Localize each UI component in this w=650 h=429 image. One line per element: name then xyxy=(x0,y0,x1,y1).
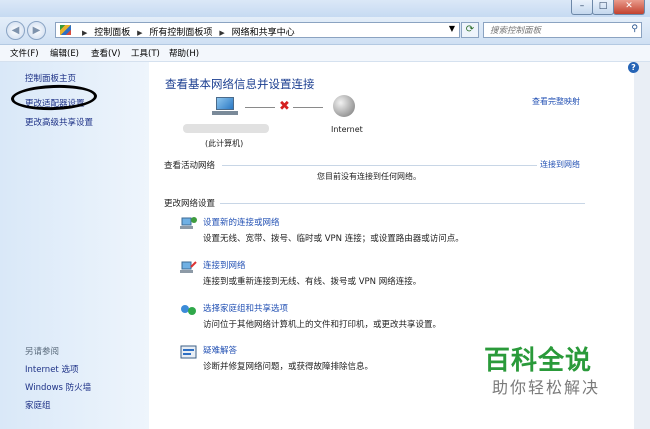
title-bar: – □ ✕ xyxy=(0,0,650,17)
task-troubleshoot-link[interactable]: 疑难解答 xyxy=(203,344,237,356)
sidebar: 控制面板主页 更改适配器设置 更改高级共享设置 另请参阅 Internet 选项… xyxy=(0,62,149,429)
refresh-button[interactable]: ⟳ xyxy=(461,22,479,38)
breadcrumb-separator-icon[interactable]: ▶ xyxy=(219,29,224,37)
search-box[interactable]: ⚲ xyxy=(483,22,642,38)
disconnected-x-icon[interactable]: ✖ xyxy=(279,99,290,114)
task-new-connection-link[interactable]: 设置新的连接或网络 xyxy=(203,216,280,228)
internet-globe-icon[interactable] xyxy=(333,95,355,117)
task-troubleshoot-desc: 诊断并修复网络问题，或获得故障排除信息。 xyxy=(203,362,374,372)
internet-label: Internet xyxy=(331,125,363,134)
breadcrumb-item[interactable]: 网络和共享中心 xyxy=(232,28,295,38)
full-map-link[interactable]: 查看完整映射 xyxy=(532,96,580,107)
breadcrumb-item[interactable]: 控制面板 xyxy=(94,28,130,38)
homegroup-icon xyxy=(181,305,196,315)
task-connect-network-desc: 连接到或重新连接到无线、有线、拨号或 VPN 网络连接。 xyxy=(203,277,422,287)
menu-tools[interactable]: 工具(T) xyxy=(131,47,160,59)
connect-network-link[interactable]: 连接到网络 xyxy=(540,159,580,170)
task-connect-network-link[interactable]: 连接到网络 xyxy=(203,259,246,271)
watermark-title: 百科全说 xyxy=(484,346,593,376)
sidebar-item-advanced-sharing[interactable]: 更改高级共享设置 xyxy=(25,116,93,128)
menu-view[interactable]: 查看(V) xyxy=(91,47,120,59)
sidebar-item-home[interactable]: 控制面板主页 xyxy=(25,72,76,84)
search-icon[interactable]: ⚲ xyxy=(631,24,638,34)
connection-line xyxy=(245,107,275,108)
menu-bar: 文件(F) 编辑(E) 查看(V) 工具(T) 帮助(H) xyxy=(0,45,650,62)
active-networks-heading: 查看活动网络 xyxy=(164,161,216,171)
see-also-heading: 另请参阅 xyxy=(25,347,60,357)
watermark-subtitle: 助你轻松解决 xyxy=(492,378,601,397)
search-input[interactable] xyxy=(488,24,642,38)
help-icon[interactable]: ? xyxy=(628,62,639,73)
change-settings-heading: 更改网络设置 xyxy=(164,199,216,209)
scrollbar[interactable] xyxy=(634,62,650,429)
breadcrumb-separator-icon: ▶ xyxy=(82,29,88,37)
control-panel-icon xyxy=(60,25,71,35)
close-button[interactable]: ✕ xyxy=(613,0,645,15)
computer-label: (此计算机) xyxy=(205,139,244,148)
back-arrow-icon[interactable]: ◀ xyxy=(6,21,25,40)
section-divider xyxy=(222,165,537,166)
page-title: 查看基本网络信息并设置连接 xyxy=(165,77,315,91)
section-divider xyxy=(220,203,585,204)
menu-file[interactable]: 文件(F) xyxy=(10,47,39,59)
computer-icon xyxy=(212,97,238,117)
task-homegroup-link[interactable]: 选择家庭组和共享选项 xyxy=(203,302,288,314)
computer-name-redacted xyxy=(183,124,269,133)
see-also-windows-firewall[interactable]: Windows 防火墙 xyxy=(25,381,91,393)
address-bar: ◀ ▶ ▶ 控制面板 ▶ 所有控制面板项 ▶ 网络和共享中心 ▼ ⟳ ⚲ xyxy=(0,17,650,45)
task-new-connection-desc: 设置无线、宽带、拨号、临时或 VPN 连接；或设置路由器或访问点。 xyxy=(203,234,464,244)
see-also-homegroup[interactable]: 家庭组 xyxy=(25,399,51,411)
new-connection-icon xyxy=(180,217,197,229)
address-field[interactable]: ▶ 控制面板 ▶ 所有控制面板项 ▶ 网络和共享中心 ▼ xyxy=(55,22,460,38)
maximize-button[interactable]: □ xyxy=(592,0,614,15)
breadcrumb-separator-icon[interactable]: ▶ xyxy=(137,29,142,37)
task-homegroup-desc: 访问位于其他网络计算机上的文件和打印机，或更改共享设置。 xyxy=(203,320,442,330)
no-connection-text: 您目前没有连接到任何网络。 xyxy=(317,172,421,181)
connect-network-icon xyxy=(180,261,197,273)
network-sharing-center-window: – □ ✕ ◀ ▶ ▶ 控制面板 ▶ 所有控制面板项 ▶ 网络和共享中心 ▼ ⟳… xyxy=(0,0,650,429)
see-also-internet-options[interactable]: Internet 选项 xyxy=(25,363,78,375)
address-dropdown-icon[interactable]: ▼ xyxy=(449,24,455,33)
connection-line xyxy=(293,107,323,108)
menu-edit[interactable]: 编辑(E) xyxy=(50,47,79,59)
forward-arrow-icon[interactable]: ▶ xyxy=(27,21,46,40)
breadcrumb: ▶ 控制面板 ▶ 所有控制面板项 ▶ 网络和共享中心 xyxy=(78,25,295,38)
breadcrumb-item[interactable]: 所有控制面板项 xyxy=(149,28,212,38)
menu-help[interactable]: 帮助(H) xyxy=(169,47,199,59)
minimize-button[interactable]: – xyxy=(571,0,593,15)
troubleshoot-icon xyxy=(180,345,197,359)
